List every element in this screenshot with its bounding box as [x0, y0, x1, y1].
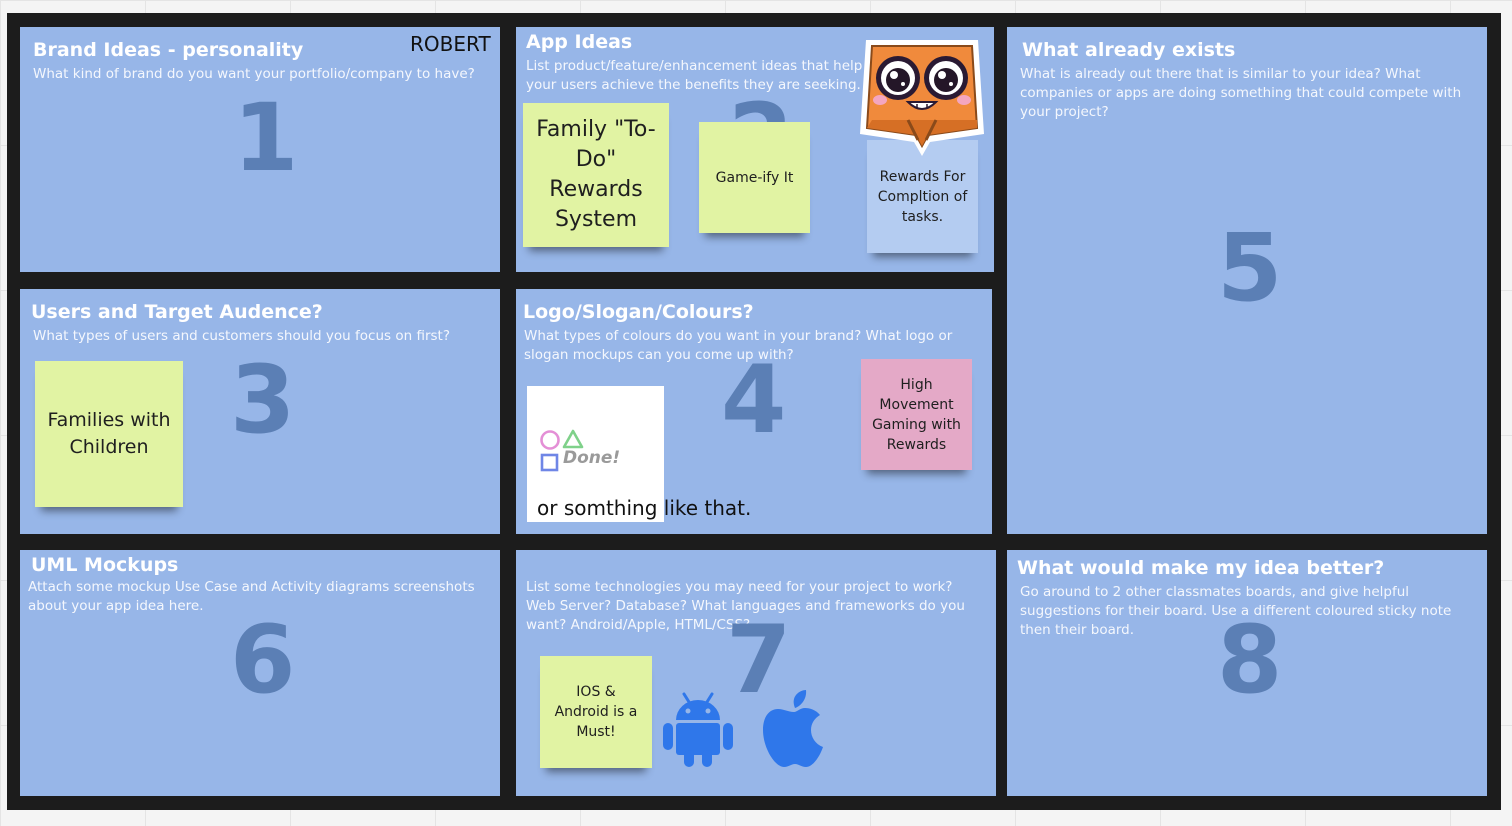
cartoon-mascot-icon — [860, 40, 984, 156]
sticky-note-text: Family "To-Do" Rewards System — [536, 117, 656, 232]
panel-title: Brand Ideas - personality — [33, 39, 304, 61]
panel-title: Logo/Slogan/Colours? — [523, 301, 754, 323]
apple-icon — [762, 690, 826, 768]
sticky-note-ios-android[interactable]: IOS & Android is a Must! — [540, 656, 652, 768]
android-icon — [662, 690, 734, 768]
triangle-shape-icon — [562, 429, 584, 449]
panel-title: App Ideas — [526, 31, 633, 53]
sticky-note-family-todo[interactable]: Family "To-Do" Rewards System — [523, 103, 669, 247]
panel-title: UML Mockups — [31, 554, 179, 576]
panel-make-better[interactable]: What would make my idea better? Go aroun… — [1007, 550, 1487, 796]
panel-number: 8 — [1217, 606, 1283, 715]
panel-number: 3 — [230, 346, 296, 455]
circle-shape-icon — [540, 430, 560, 450]
panel-uml-mockups[interactable]: UML Mockups Attach some mockup Use Case … — [20, 550, 500, 796]
panel-description: List product/feature/enhancement ideas t… — [526, 58, 863, 93]
logo-wordmark: Done! — [563, 448, 621, 468]
panel-description: What kind of brand do you want your port… — [33, 66, 475, 82]
sticky-note-text: Game-ify It — [715, 169, 794, 186]
sticky-note-text: IOS & Android is a Must! — [554, 684, 638, 740]
panel-description: What types of users and customers should… — [33, 328, 450, 344]
panel-description: What is already out there that is simila… — [1020, 66, 1462, 120]
square-shape-icon — [540, 453, 559, 472]
sticky-note-gameify[interactable]: Game-ify It — [699, 122, 810, 233]
sticky-note-families[interactable]: Families with Children — [35, 361, 183, 507]
panel-brand-ideas[interactable]: Brand Ideas - personality ROBERT What ki… — [20, 27, 500, 272]
logo-caption: or somthing like that. — [537, 496, 752, 520]
sticky-note-text: Families with Children — [47, 409, 171, 458]
panel-title: What already exists — [1022, 39, 1236, 61]
cartoon-mascot-sticker[interactable] — [856, 36, 988, 160]
panel-number: 5 — [1217, 214, 1283, 323]
panel-title: Users and Target Audence? — [31, 301, 323, 323]
sticky-note-text: High Movement Gaming with Rewards — [872, 376, 961, 453]
panel-number: 6 — [230, 606, 296, 715]
panel-title: What would make my idea better? — [1017, 557, 1385, 579]
panel-number: 4 — [721, 346, 787, 455]
author-label: ROBERT — [410, 32, 491, 56]
sticky-note-high-movement[interactable]: High Movement Gaming with Rewards — [861, 359, 972, 470]
panel-already-exists[interactable]: What already exists What is already out … — [1007, 27, 1487, 534]
panel-number: 1 — [233, 84, 299, 193]
sticky-note-text: Rewards For Compltion of tasks. — [877, 169, 968, 225]
